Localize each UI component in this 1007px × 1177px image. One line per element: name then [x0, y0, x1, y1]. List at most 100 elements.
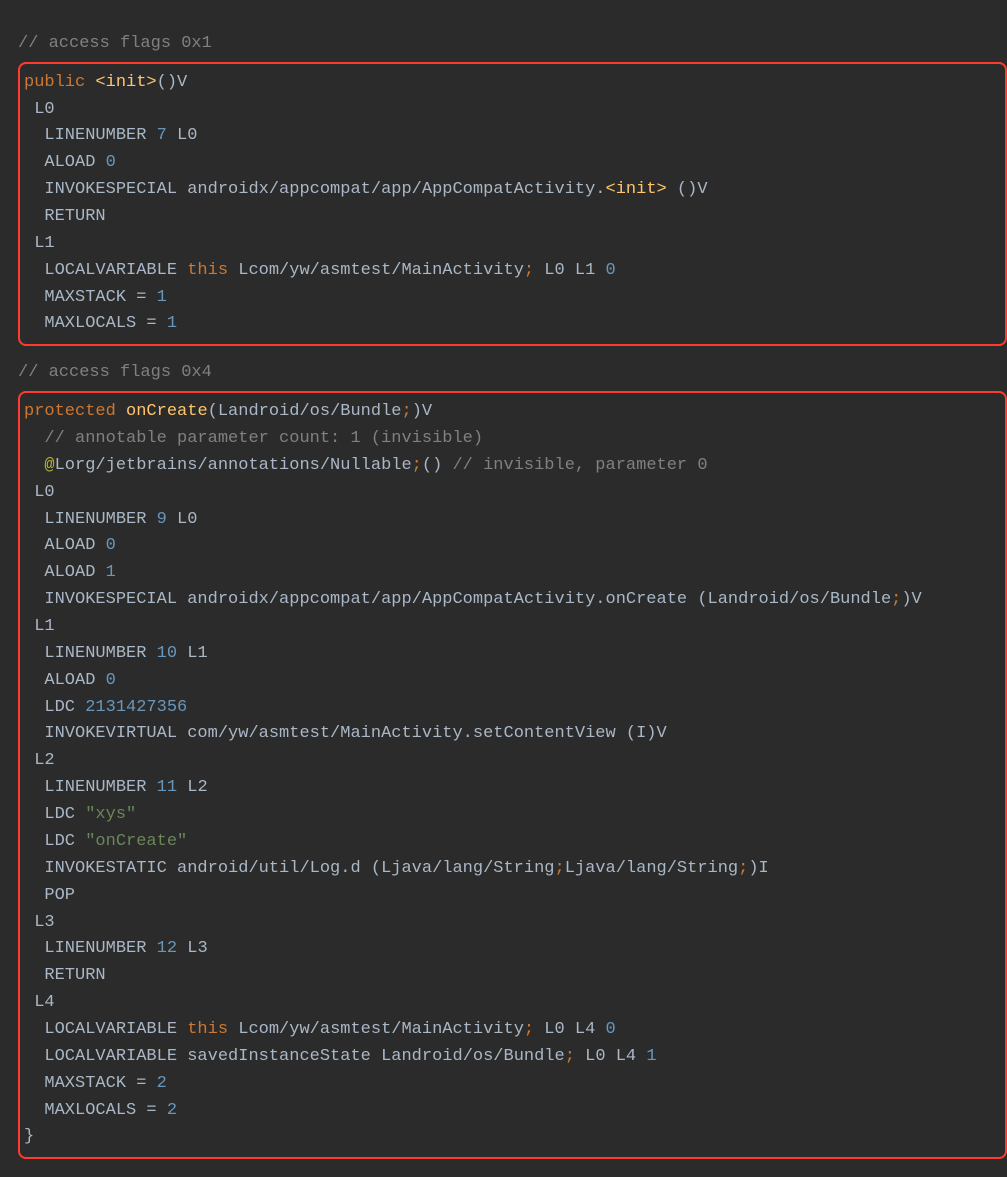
op: INVOKESPECIAL	[44, 180, 177, 199]
number: 2	[167, 1101, 177, 1120]
call-part: )I	[748, 859, 768, 878]
number: 0	[606, 1020, 616, 1039]
annotation-at: @	[44, 456, 54, 475]
op: LDC	[44, 805, 75, 824]
number: 11	[157, 778, 177, 797]
method-name: <init>	[95, 73, 156, 92]
init-ref: <init>	[606, 180, 667, 199]
keyword-protected: protected	[24, 402, 116, 421]
op: ALOAD	[44, 153, 95, 172]
this: this	[187, 1020, 228, 1039]
varname: savedInstanceState	[187, 1047, 371, 1066]
label: L4	[34, 993, 54, 1012]
maxstack: MAXSTACK =	[44, 288, 156, 307]
number: 0	[106, 153, 116, 172]
method-name: onCreate	[126, 402, 208, 421]
bytecode-listing: // access flags 0x1 public <init>()V L0 …	[0, 0, 1007, 1177]
semicolon: ;	[738, 859, 748, 878]
op: LINENUMBER	[44, 939, 146, 958]
op: LOCALVARIABLE	[44, 1020, 177, 1039]
comment: // annotable parameter count: 1 (invisib…	[44, 429, 483, 448]
number: 1	[106, 563, 116, 582]
number: 1	[167, 314, 177, 333]
label: L0	[34, 100, 54, 119]
maxlocals: MAXLOCALS =	[44, 314, 166, 333]
comment: // access flags 0x1	[18, 34, 212, 53]
string-literal: "onCreate"	[85, 832, 187, 851]
call-desc: ()V	[667, 180, 708, 199]
number: 0	[106, 671, 116, 690]
semicolon: ;	[524, 261, 534, 280]
number: 12	[157, 939, 177, 958]
comment: // access flags 0x4	[18, 363, 212, 382]
op: LINENUMBER	[44, 510, 146, 529]
op: INVOKESPECIAL	[44, 590, 177, 609]
op: LOCALVARIABLE	[44, 261, 177, 280]
label: L1	[34, 234, 54, 253]
op: LINENUMBER	[44, 126, 146, 145]
label: L1	[34, 617, 54, 636]
semicolon: ;	[412, 456, 422, 475]
annotation-tail: ()	[422, 456, 442, 475]
op: INVOKESTATIC	[44, 859, 166, 878]
semicolon: ;	[891, 590, 901, 609]
label-ref: L0	[177, 126, 197, 145]
number: 9	[157, 510, 167, 529]
call-target: androidx/appcompat/app/AppCompatActivity…	[187, 180, 605, 199]
type: Lcom/yw/asmtest/MainActivity	[238, 1020, 524, 1039]
sig-part: )V	[412, 402, 432, 421]
semicolon: ;	[565, 1047, 575, 1066]
label: L3	[34, 913, 54, 932]
op: ALOAD	[44, 563, 95, 582]
method-block-oncreate: protected onCreate(Landroid/os/Bundle;)V…	[18, 391, 1007, 1159]
range: L0 L1	[534, 261, 605, 280]
annotation-path: Lorg/jetbrains/annotations/Nullable	[55, 456, 412, 475]
call-target: androidx/appcompat/app/AppCompatActivity…	[187, 590, 891, 609]
signature: ()V	[157, 73, 188, 92]
close-brace: }	[24, 1127, 34, 1146]
semicolon: ;	[402, 402, 412, 421]
op: LINENUMBER	[44, 778, 146, 797]
op: RETURN	[44, 207, 105, 226]
call-target: com/yw/asmtest/MainActivity.setContentVi…	[187, 724, 666, 743]
op: LINENUMBER	[44, 644, 146, 663]
op: LDC	[44, 832, 75, 851]
call-target: android/util/Log.d (Ljava/lang/String	[177, 859, 554, 878]
label-ref: L0	[177, 510, 197, 529]
type: Lcom/yw/asmtest/MainActivity	[238, 261, 524, 280]
number: 1	[157, 288, 167, 307]
number: 7	[157, 126, 167, 145]
method-block-init: public <init>()V L0 LINENUMBER 7 L0 ALOA…	[18, 62, 1007, 347]
sig-part: (Landroid/os/Bundle	[208, 402, 402, 421]
maxlocals: MAXLOCALS =	[44, 1101, 166, 1120]
call-part: Ljava/lang/String	[565, 859, 738, 878]
number: 2131427356	[85, 698, 187, 717]
number: 1	[646, 1047, 656, 1066]
semicolon: ;	[524, 1020, 534, 1039]
number: 0	[606, 261, 616, 280]
op: INVOKEVIRTUAL	[44, 724, 177, 743]
op: LDC	[44, 698, 75, 717]
keyword-public: public	[24, 73, 85, 92]
type: Landroid/os/Bundle	[381, 1047, 565, 1066]
label: L0	[34, 483, 54, 502]
label: L2	[34, 751, 54, 770]
number: 10	[157, 644, 177, 663]
label-ref: L3	[187, 939, 207, 958]
op: ALOAD	[44, 671, 95, 690]
comment: // invisible, parameter 0	[452, 456, 707, 475]
call-desc: )V	[901, 590, 921, 609]
range: L0 L4	[534, 1020, 605, 1039]
semicolon: ;	[555, 859, 565, 878]
op: RETURN	[44, 966, 105, 985]
op: POP	[44, 886, 75, 905]
this: this	[187, 261, 228, 280]
maxstack: MAXSTACK =	[44, 1074, 156, 1093]
label-ref: L1	[187, 644, 207, 663]
op: ALOAD	[44, 536, 95, 555]
op: LOCALVARIABLE	[44, 1047, 177, 1066]
string-literal: "xys"	[85, 805, 136, 824]
number: 2	[157, 1074, 167, 1093]
number: 0	[106, 536, 116, 555]
range: L0 L4	[575, 1047, 646, 1066]
